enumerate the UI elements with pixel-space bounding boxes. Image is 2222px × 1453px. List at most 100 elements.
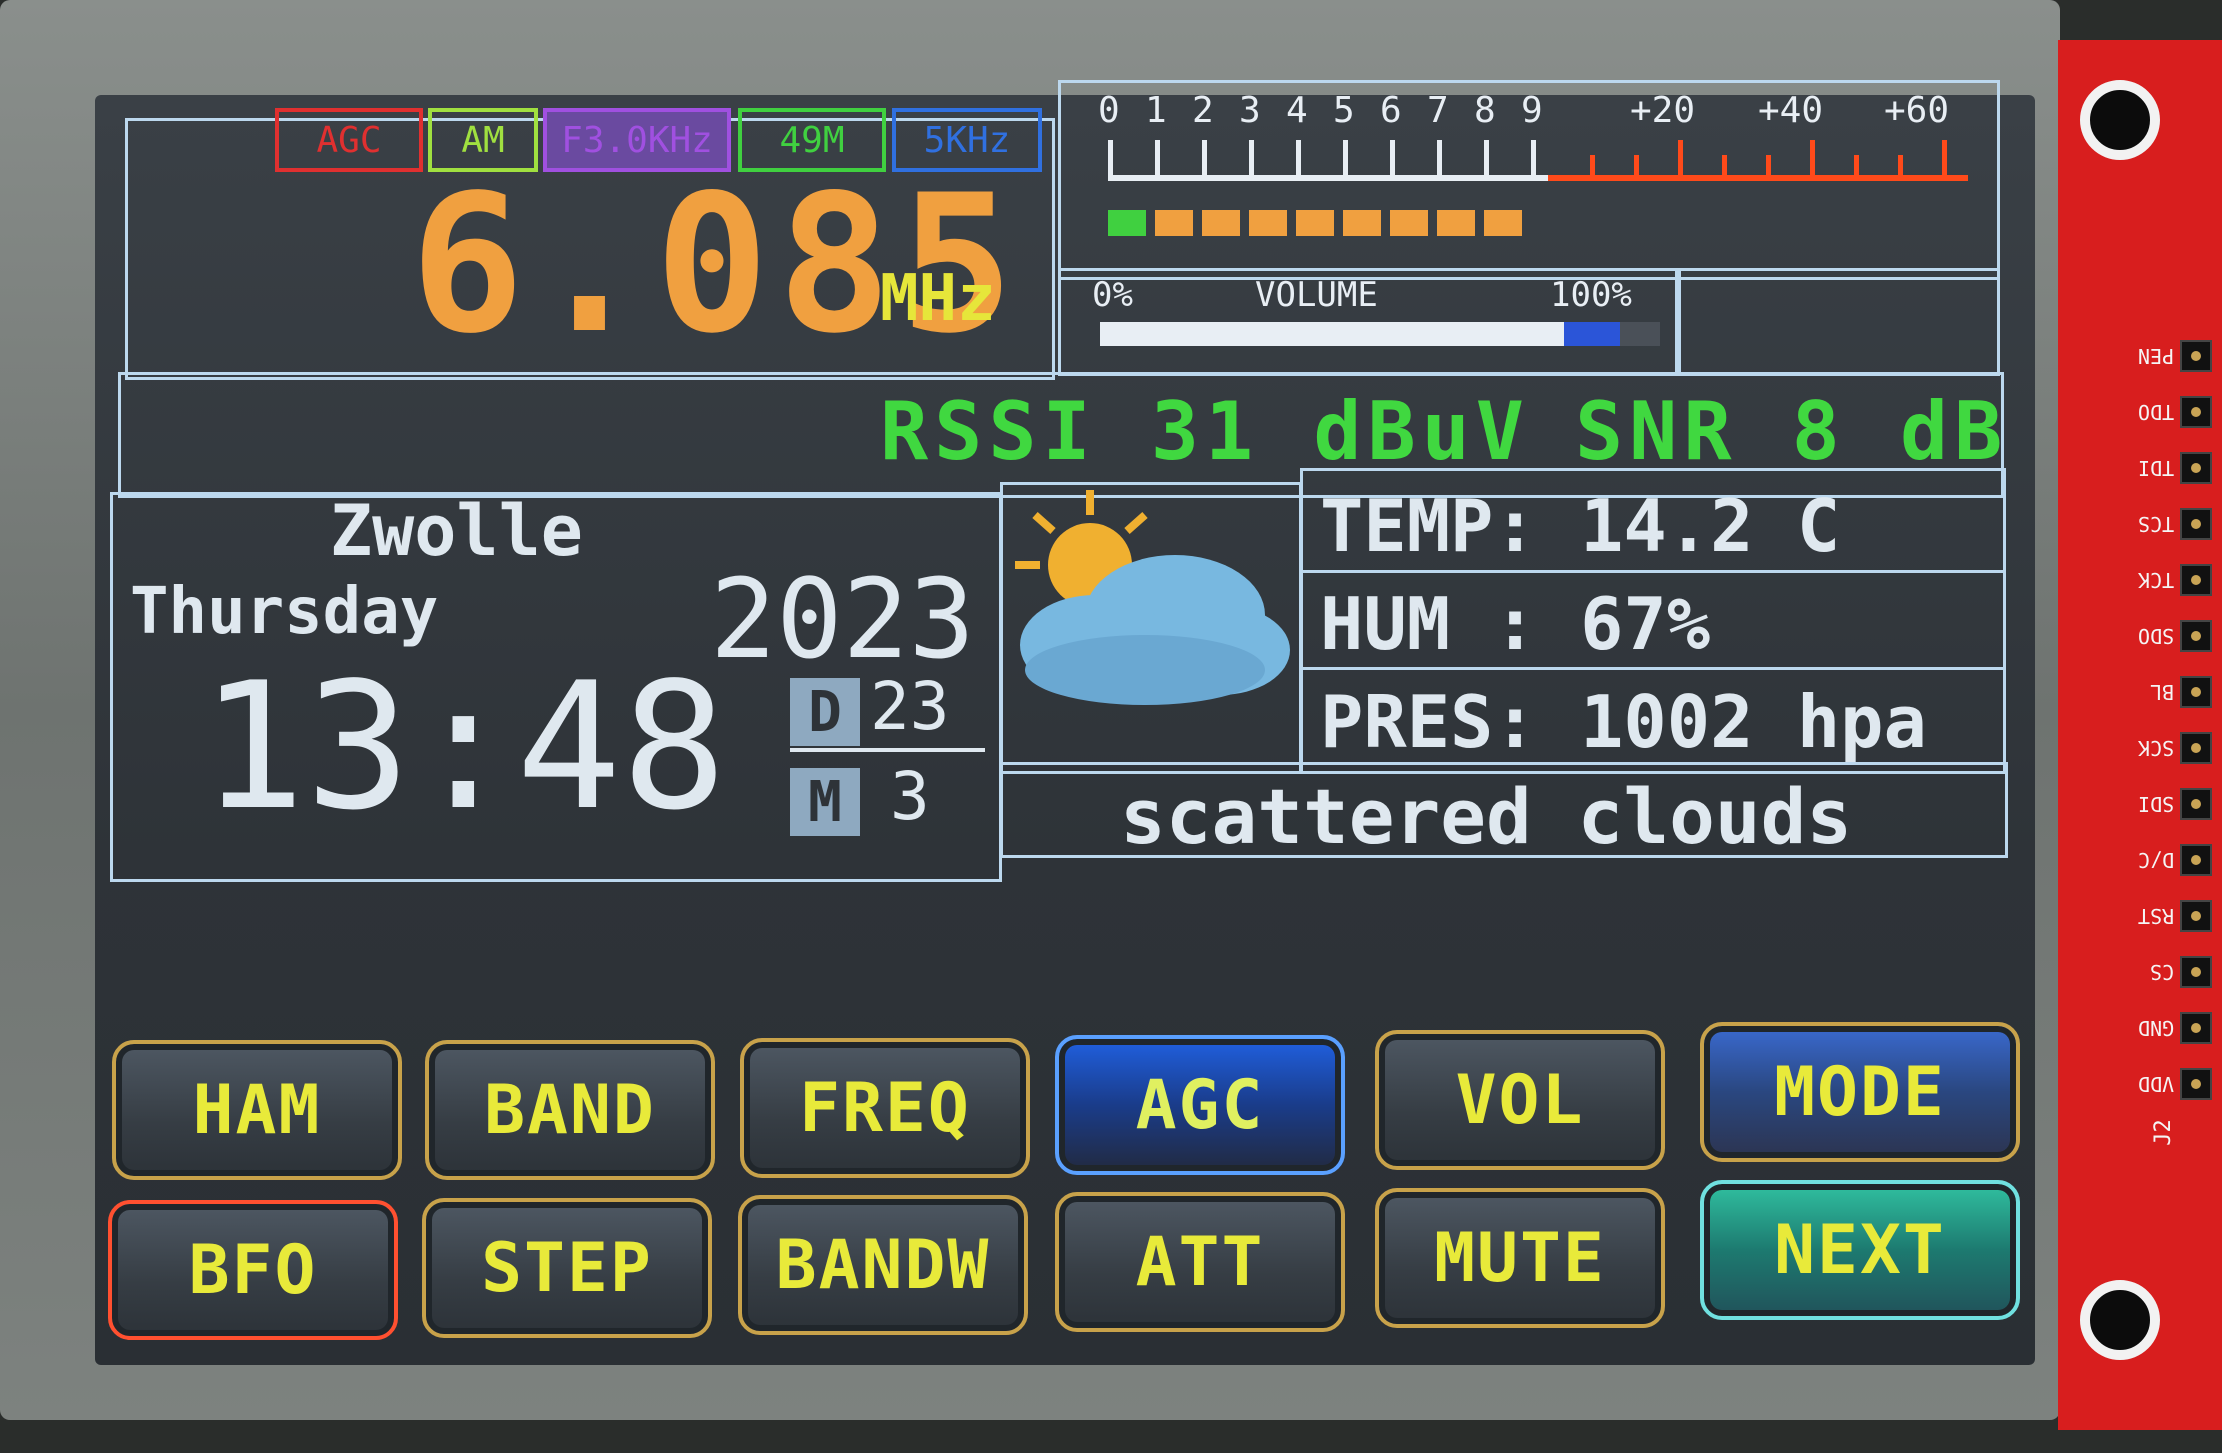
- smeter-tick: [1437, 140, 1442, 178]
- pin: TCK: [2138, 554, 2218, 610]
- pin: TCS: [2138, 498, 2218, 554]
- indicator-agc: AGC: [275, 108, 423, 172]
- smeter-scale-4: 4: [1286, 90, 1308, 131]
- smeter-tick-over: [1766, 155, 1771, 178]
- month-label: M: [790, 768, 860, 836]
- smeter-tick-over: [1942, 140, 1947, 178]
- smeter-tick-over: [1810, 140, 1815, 178]
- pin-label: D/C: [2137, 848, 2174, 872]
- pin: CS: [2150, 946, 2218, 1002]
- smeter-tick-over: [1678, 140, 1683, 178]
- day-label: D: [790, 678, 860, 746]
- smeter-tick: [1249, 140, 1254, 178]
- smeter-tick: [1531, 140, 1536, 178]
- clock-time: 13:48: [200, 646, 727, 849]
- smeter-scale-line: [1108, 175, 1548, 181]
- frequency-unit: MHz: [880, 262, 996, 336]
- smeter-scale-plus20: +20: [1630, 90, 1696, 131]
- pin-label: RST: [2137, 904, 2174, 928]
- smeter-tick-over: [1590, 155, 1595, 178]
- pin-label: TCK: [2137, 568, 2174, 592]
- smeter-tick-over: [1854, 155, 1859, 178]
- volume-slider-handle[interactable]: [1564, 322, 1620, 346]
- smeter-segment: [1155, 210, 1193, 236]
- smeter-tick-over: [1722, 155, 1727, 178]
- humidity-readout: HUM : 67%: [1320, 582, 1711, 666]
- smeter-tick: [1108, 140, 1113, 178]
- volume-slider-fill: [1100, 322, 1564, 346]
- pin-label: GND: [2137, 1016, 2174, 1040]
- pin-header: PEN TDO TDI TCS TCK SDO BL SCK SDI D/C R…: [2138, 330, 2218, 1114]
- smeter-scale-7: 7: [1427, 90, 1449, 131]
- pin: SDI: [2138, 778, 2218, 834]
- freq-button[interactable]: FREQ: [740, 1038, 1030, 1178]
- smeter-scale-line-over: [1548, 175, 1968, 181]
- vol-button[interactable]: VOL: [1375, 1030, 1665, 1170]
- volume-max-label: 100%: [1550, 275, 1632, 315]
- smeter-segment: [1296, 210, 1334, 236]
- rssi-readout: RSSI 31 dBuV: [880, 385, 1530, 478]
- weekday: Thursday: [130, 575, 439, 649]
- pin-label: SCK: [2137, 736, 2174, 760]
- date-divider: [790, 748, 985, 752]
- pin-label: TCS: [2137, 512, 2174, 536]
- pin-label: BL: [2149, 680, 2174, 704]
- band-button[interactable]: BAND: [425, 1040, 715, 1180]
- pin-label: TDO: [2137, 400, 2174, 424]
- aux-panel: [1678, 268, 2000, 376]
- pin: TDO: [2138, 386, 2218, 442]
- header-board: PEN TDO TDI TCS TCK SDO BL SCK SDI D/C R…: [2058, 40, 2222, 1430]
- month-value: 3: [890, 758, 930, 835]
- smeter-scale-2: 2: [1192, 90, 1214, 131]
- smeter-tick: [1155, 140, 1160, 178]
- pin: GND: [2138, 1002, 2218, 1058]
- smeter-tick: [1343, 140, 1348, 178]
- smeter-scale-6: 6: [1380, 90, 1402, 131]
- smeter-scale-plus60: +60: [1884, 90, 1950, 131]
- pin-label: SDO: [2137, 624, 2174, 648]
- snr-readout: SNR 8 dB: [1575, 385, 2009, 478]
- smeter-scale-0: 0: [1098, 90, 1120, 131]
- smeter-segment: [1343, 210, 1381, 236]
- pin: D/C: [2138, 834, 2218, 890]
- smeter-segment: [1437, 210, 1475, 236]
- smeter-tick-over: [1634, 155, 1639, 178]
- pin: SDO: [2138, 610, 2218, 666]
- smeter-scale-5: 5: [1333, 90, 1355, 131]
- mode-button[interactable]: MODE: [1700, 1022, 2020, 1162]
- connector-label: J2: [2150, 1119, 2176, 1146]
- pin-label: PEN: [2137, 344, 2174, 368]
- pin: PEN: [2138, 330, 2218, 386]
- smeter-scale-8: 8: [1474, 90, 1496, 131]
- att-button[interactable]: ATT: [1055, 1192, 1345, 1332]
- pin-label: VDD: [2137, 1072, 2174, 1096]
- agc-button[interactable]: AGC: [1055, 1035, 1345, 1175]
- year: 2023: [710, 555, 975, 683]
- pin-label: TDI: [2137, 456, 2174, 480]
- bandwidth-button[interactable]: BANDW: [738, 1195, 1028, 1335]
- smeter-tick: [1484, 140, 1489, 178]
- mute-button[interactable]: MUTE: [1375, 1188, 1665, 1328]
- pin: SCK: [2138, 722, 2218, 778]
- pressure-readout: PRES: 1002 hpa: [1320, 680, 1927, 764]
- pin: VDD: [2138, 1058, 2218, 1114]
- volume-min-label: 0%: [1092, 275, 1133, 315]
- volume-slider[interactable]: [1100, 322, 1660, 346]
- weather-description: scattered clouds: [1120, 772, 1853, 861]
- temperature-readout: TEMP: 14.2 C: [1320, 484, 1841, 568]
- smeter-scale-plus40: +40: [1758, 90, 1824, 131]
- pin-label: CS: [2149, 960, 2174, 984]
- city-name: Zwolle: [330, 490, 583, 572]
- smeter-tick: [1296, 140, 1301, 178]
- smeter-tick-over: [1898, 155, 1903, 178]
- smeter-tick: [1202, 140, 1207, 178]
- smeter-segment: [1108, 210, 1146, 236]
- next-button[interactable]: NEXT: [1700, 1180, 2020, 1320]
- smeter-segment: [1202, 210, 1240, 236]
- pin: TDI: [2138, 442, 2218, 498]
- ham-button[interactable]: HAM: [112, 1040, 402, 1180]
- step-button[interactable]: STEP: [422, 1198, 712, 1338]
- smeter-segment: [1390, 210, 1428, 236]
- partly-cloudy-icon: [1005, 485, 1295, 715]
- bfo-button[interactable]: BFO: [108, 1200, 398, 1340]
